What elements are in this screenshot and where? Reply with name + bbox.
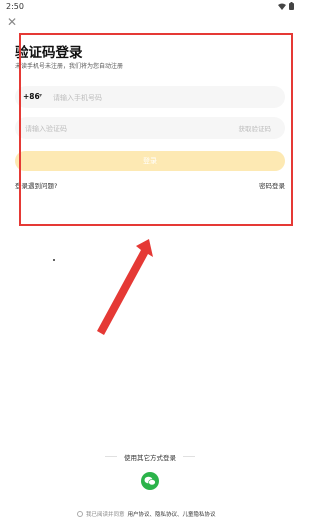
agreement-links[interactable]: 用户协议、隐私协议、儿童隐私协议	[128, 510, 216, 518]
divider-right	[183, 456, 195, 457]
agreement-prefix: 我已阅读并同意	[86, 512, 125, 518]
agreement-row: 我已阅读并同意 用户协议、隐私协议、儿童隐私协议	[77, 510, 216, 518]
wechat-icon	[144, 476, 156, 486]
decorative-dot	[53, 259, 55, 261]
agreement-checkbox[interactable]	[77, 511, 83, 517]
other-login-label: 使用其它方式登录	[124, 454, 176, 462]
wechat-login-button[interactable]	[141, 472, 159, 490]
